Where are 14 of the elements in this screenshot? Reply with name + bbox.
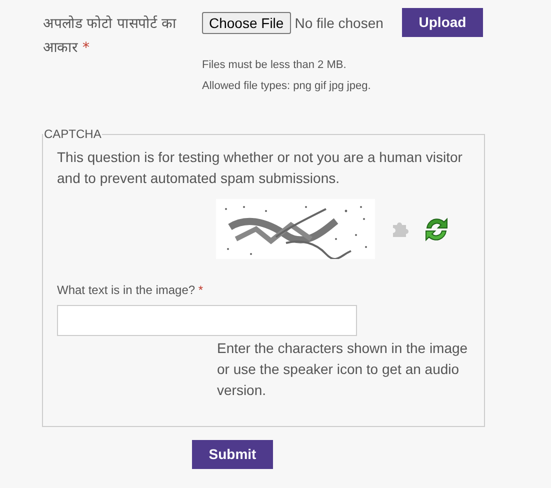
answer-field[interactable] xyxy=(57,305,357,336)
file-status: No file chosen xyxy=(294,14,384,32)
field-label: अपलोड फोटो पासपोर्ट का आकार * xyxy=(43,14,178,58)
submit-button[interactable]: Submit xyxy=(192,440,273,469)
panel-legend: CAPTCHA xyxy=(43,127,102,141)
field-label: What text is in the image? * xyxy=(57,282,204,299)
description-text: This question is for testing whether or not you are a human visitor and to prevent automated spam submissions. xyxy=(57,148,464,188)
choose-file-button[interactable]: Choose File xyxy=(202,12,291,34)
puzzle-icon[interactable] xyxy=(391,220,409,238)
help-text: Files must be less than 2 MB. xyxy=(202,58,348,73)
upload-button[interactable]: Upload xyxy=(402,8,483,37)
help-text: Enter the characters shown in the image or use the speaker icon to get an audio version. xyxy=(217,339,469,400)
help-text: Allowed file types: png gif jpg jpeg. xyxy=(202,79,372,94)
refresh-icon[interactable] xyxy=(423,216,450,242)
